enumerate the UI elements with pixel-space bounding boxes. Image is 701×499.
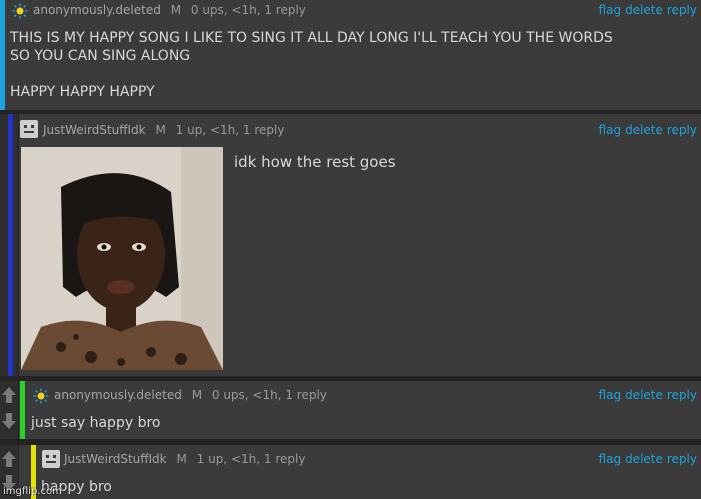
delete-link[interactable]: delete xyxy=(625,3,663,17)
flag-link[interactable]: flag xyxy=(599,452,622,466)
sun-icon xyxy=(33,388,49,404)
comment-stats: 0 ups, <1h, 1 reply xyxy=(211,388,327,402)
comment-meta: JustWeirdStuffIdk M 1 up, <1h, 1 reply xyxy=(64,452,305,466)
delete-link[interactable]: delete xyxy=(625,452,663,466)
reply-link[interactable]: reply xyxy=(667,452,697,466)
downvote-icon[interactable] xyxy=(2,413,16,429)
comment-stats: 1 up, <1h, 1 reply xyxy=(196,452,306,466)
comment-actions: flag delete reply xyxy=(595,123,697,137)
comment-stats: 1 up, <1h, 1 reply xyxy=(175,123,285,137)
comment-stats: 0 ups, <1h, 1 reply xyxy=(190,3,306,17)
mod-badge: M xyxy=(170,3,182,17)
mod-badge: M xyxy=(155,123,166,137)
username-link[interactable]: JustWeirdStuffIdk xyxy=(43,123,146,137)
upvote-icon[interactable] xyxy=(2,387,16,403)
flag-link[interactable]: flag xyxy=(599,123,622,137)
comment-4: JustWeirdStuffIdk M 1 up, <1h, 1 reply f… xyxy=(0,445,701,499)
comment-meta: anonymously.deleted M 0 ups, <1h, 1 repl… xyxy=(33,3,306,17)
comment-text: THIS IS MY HAPPY SONG I LIKE TO SING IT … xyxy=(10,30,613,100)
reply-link[interactable]: reply xyxy=(667,388,697,402)
thread-bar xyxy=(20,381,25,439)
thread-bar xyxy=(8,114,13,376)
meme-photo xyxy=(21,147,223,370)
flag-link[interactable]: flag xyxy=(599,388,622,402)
comment-meta: anonymously.deleted M 0 ups, <1h, 1 repl… xyxy=(54,388,327,402)
upvote-icon[interactable] xyxy=(2,451,16,467)
meme-image[interactable] xyxy=(21,147,223,370)
thread-bar xyxy=(0,0,5,110)
comment-meta: JustWeirdStuffIdk M 1 up, <1h, 1 reply xyxy=(43,123,284,137)
comment-text: idk how the rest goes xyxy=(234,153,396,171)
comment-text: just say happy bro xyxy=(31,415,161,431)
username-link[interactable]: anonymously.deleted xyxy=(33,3,161,17)
delete-link[interactable]: delete xyxy=(625,388,663,402)
robot-icon xyxy=(42,450,60,468)
flag-link[interactable]: flag xyxy=(599,3,622,17)
reply-link[interactable]: reply xyxy=(667,3,697,17)
robot-icon xyxy=(20,120,38,138)
username-link[interactable]: anonymously.deleted xyxy=(54,388,182,402)
sun-icon xyxy=(12,3,28,19)
comment-actions: flag delete reply xyxy=(595,452,697,466)
vote-column xyxy=(0,381,19,439)
delete-link[interactable]: delete xyxy=(625,123,663,137)
username-link[interactable]: JustWeirdStuffIdk xyxy=(64,452,167,466)
comment-3: anonymously.deleted M 0 ups, <1h, 1 repl… xyxy=(0,381,701,439)
comment-text: happy bro xyxy=(41,479,112,495)
comment-2: JustWeirdStuffIdk M 1 up, <1h, 1 reply f… xyxy=(0,114,701,376)
comment-actions: flag delete reply xyxy=(595,3,697,17)
mod-badge: M xyxy=(191,388,203,402)
mod-badge: M xyxy=(176,452,187,466)
imgflip-watermark: imgflip.com xyxy=(3,486,62,497)
comment-1: anonymously.deleted M 0 ups, <1h, 1 repl… xyxy=(0,0,701,110)
reply-link[interactable]: reply xyxy=(667,123,697,137)
comment-actions: flag delete reply xyxy=(595,388,697,402)
